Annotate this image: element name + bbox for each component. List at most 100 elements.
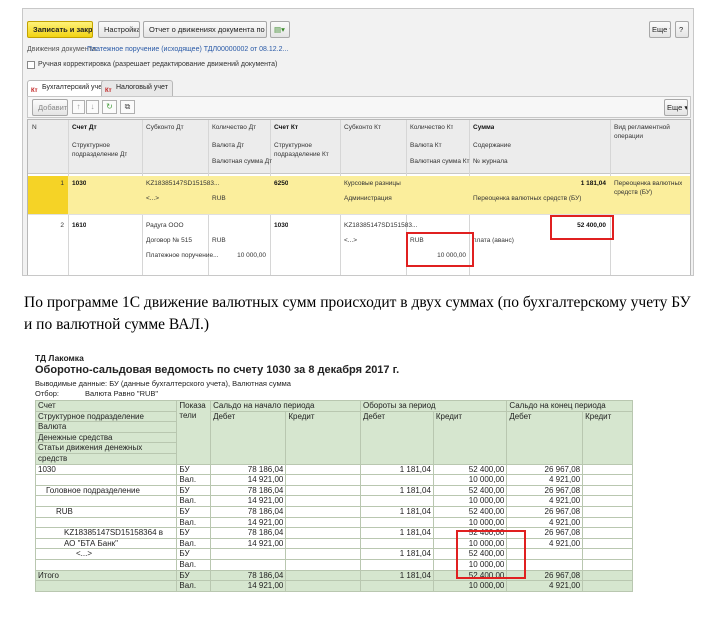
- col-qty-kt[interactable]: Количество Кт: [410, 124, 453, 131]
- hdr-closing-credit: Кредит: [582, 410, 633, 465]
- row-label: <...>: [34, 548, 178, 560]
- row-label: [34, 516, 178, 529]
- cell-od: 78 186,04: [210, 527, 287, 539]
- row-sub-kt: KZ18385147SD151583...: [344, 222, 418, 229]
- row-label: RUB: [34, 505, 178, 518]
- total-row: Вал. 14 921,00 10 000,00 4 921,00: [34, 580, 633, 592]
- cell-td: 1 181,04: [359, 505, 434, 518]
- hdr-struct: Структурное подразделение: [34, 410, 178, 423]
- cell-od: [210, 548, 287, 560]
- col-subaccount-kt[interactable]: Субконто Кт: [344, 124, 381, 131]
- row-currency-dt: RUB: [212, 237, 226, 244]
- cell-cd: 4 921,00: [506, 474, 584, 486]
- move-down-icon[interactable]: ↓: [86, 100, 99, 114]
- cell-cd: 26 967,08: [506, 505, 584, 518]
- movements-report-button[interactable]: Отчет о движениях документа по регистрам: [143, 21, 267, 38]
- col-subaccount-dt[interactable]: Субконто Дт: [146, 124, 184, 131]
- payment-order-link[interactable]: Платежное поручение (исходящее) ТДЛ00000…: [87, 46, 288, 53]
- row-op-type-2: средств (БУ): [614, 189, 653, 196]
- movements-grid: N Счет Дт Структурное подразделение Дт С…: [27, 119, 691, 275]
- row-debit-account: 1030: [72, 180, 87, 187]
- add-row-button[interactable]: Добавить: [32, 99, 68, 116]
- grid-more-button[interactable]: Еще ▾: [664, 99, 688, 116]
- settings-button[interactable]: Настройка...: [98, 21, 140, 38]
- row-label: 1030: [34, 463, 178, 476]
- cell-od: 78 186,04: [210, 569, 287, 582]
- table-row: Вал. 14 921,00 10 000,00 4 921,00: [34, 516, 633, 529]
- more-button[interactable]: Еще ▾: [649, 21, 671, 38]
- cell-cc: [582, 516, 633, 529]
- refresh-icon[interactable]: ↻: [102, 100, 117, 114]
- row-indicator: Вал.: [176, 495, 212, 507]
- document-movements-window: Записать и закрыть Настройка... Отчет о …: [22, 8, 694, 276]
- hdr-closing: Сальдо на конец периода: [506, 400, 633, 412]
- cell-oc: [285, 580, 361, 592]
- report-title: Оборотно-сальдовая ведомость по счету 10…: [35, 364, 400, 376]
- table-row: RUB БУ 78 186,04 1 181,04 52 400,00 26 967,08: [34, 505, 633, 518]
- row-debit-account: 1610: [72, 222, 87, 229]
- hdr-account: Счет: [34, 400, 178, 412]
- cell-cd: 4 921,00: [506, 516, 584, 529]
- cell-oc: [285, 474, 361, 486]
- amount-highlight-box: [550, 215, 614, 240]
- tab-accounting[interactable]: Кт Бухгалтерский учет: [27, 80, 111, 97]
- hdr-turnover-credit: Кредит: [432, 410, 508, 465]
- row-label: [34, 580, 178, 592]
- cell-oc: [285, 484, 361, 497]
- col-struct-dt: Структурное: [72, 142, 111, 149]
- cell-od: 78 186,04: [210, 463, 287, 476]
- row-indicator: Вал.: [176, 474, 212, 486]
- hdr-closing-debit: Дебет: [506, 410, 584, 465]
- save-and-close-button[interactable]: Записать и закрыть: [27, 21, 93, 38]
- row-sub-dt-2: <...>: [146, 195, 160, 202]
- copy-icon[interactable]: ⧉: [120, 100, 135, 114]
- cell-td: 1 181,04: [359, 527, 434, 539]
- cell-oc: [285, 548, 361, 560]
- cell-td: [359, 474, 434, 486]
- row-label: [34, 474, 178, 486]
- col-struct-dt-2: подразделение Дт: [72, 151, 128, 158]
- row-label: KZ18385147SD15158364 в: [34, 527, 178, 539]
- col-qty-dt[interactable]: Количество Дт: [212, 124, 256, 131]
- row-indicator: Вал.: [176, 580, 212, 592]
- report-filter-value: Валюта Равно "RUB": [85, 389, 159, 398]
- cell-tc: 10 000,00: [432, 495, 508, 507]
- tab-accounting-label: Бухгалтерский учет: [42, 84, 106, 91]
- hdr-indicators: Показа тели: [176, 400, 212, 465]
- report-output: Выводимые данные: БУ (данные бухгалтерск…: [35, 379, 291, 388]
- cell-td: 1 181,04: [359, 548, 434, 560]
- col-op-type-2: операции: [614, 133, 643, 140]
- row-indicator: Вал.: [176, 558, 212, 571]
- manual-correction-checkbox[interactable]: [27, 61, 35, 69]
- row-label: Головное подразделение: [34, 484, 178, 497]
- print-menu-button[interactable]: ▤▾: [270, 21, 290, 38]
- cell-od: 14 921,00: [210, 474, 287, 486]
- row-indicator: БУ: [176, 569, 212, 582]
- col-struct-kt-2: подразделение Кт: [274, 151, 329, 158]
- col-amount[interactable]: Сумма: [473, 124, 494, 131]
- cell-oc: [285, 558, 361, 571]
- col-n: N: [32, 124, 37, 131]
- cell-cc: [582, 474, 633, 486]
- col-cur-amount-kt: Валютная сумма Кт: [410, 158, 470, 165]
- cell-oc: [285, 505, 361, 518]
- cell-tc: 52 400,00: [432, 484, 508, 497]
- table-row: Вал. 10 000,00: [34, 558, 633, 571]
- col-credit-account[interactable]: Счет Кт: [274, 124, 298, 131]
- cell-od: 14 921,00: [210, 516, 287, 529]
- help-button[interactable]: ?: [675, 21, 689, 38]
- report-filter-label: Отбор:: [35, 389, 59, 398]
- row-indicator: БУ: [176, 527, 212, 539]
- row-indicator: Вал.: [176, 537, 212, 550]
- cell-oc: [285, 463, 361, 476]
- row-sub-kt: Курсовые разницы: [344, 180, 401, 187]
- tab-tax[interactable]: Кт Налоговый учет: [101, 80, 173, 96]
- cell-cd: 26 967,08: [506, 463, 584, 476]
- col-op-type[interactable]: Вид регламентной: [614, 124, 670, 131]
- move-up-icon[interactable]: ↑: [72, 100, 85, 114]
- col-struct-kt: Структурное: [274, 142, 313, 149]
- row-label: АО "БТА Банк": [34, 537, 178, 550]
- col-debit-account[interactable]: Счет Дт: [72, 124, 97, 131]
- cell-td: 1 181,04: [359, 484, 434, 497]
- manual-correction-label: Ручная корректировка (разрешает редактир…: [38, 61, 278, 68]
